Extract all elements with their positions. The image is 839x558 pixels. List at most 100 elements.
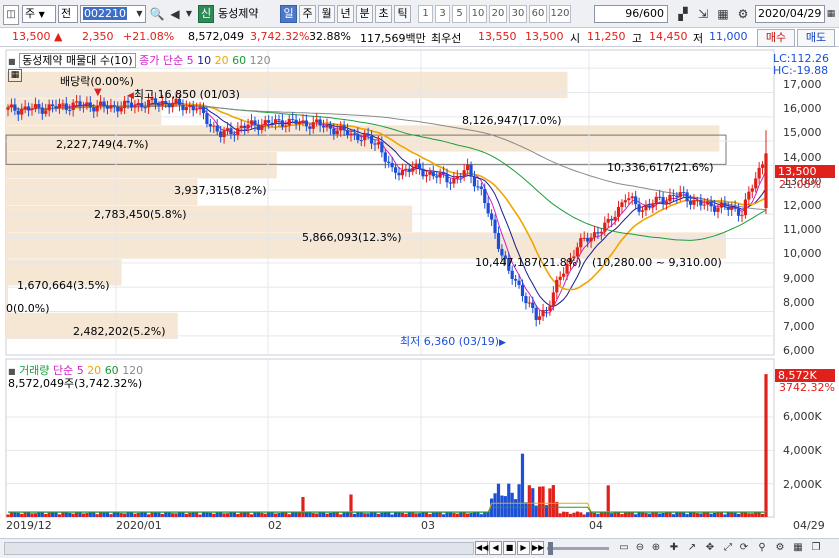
count-input[interactable]: 96/600 <box>594 5 668 23</box>
volume-bar <box>524 502 528 517</box>
chevron-down-icon[interactable]: ▼ <box>133 5 146 23</box>
ma-label[interactable]: 종가 단순 <box>139 54 183 67</box>
buy-button[interactable]: 매수 <box>757 29 795 47</box>
interval-button[interactable]: 5 <box>452 5 467 23</box>
candle-body <box>243 125 247 129</box>
volume-bar <box>750 513 754 517</box>
interval-button[interactable]: 10 <box>469 5 487 23</box>
price-panel-title[interactable]: 동성제약 매물대 수(10) <box>19 53 136 68</box>
scroll-first-button[interactable]: ◀◀ <box>475 541 488 555</box>
candle-body <box>520 285 525 297</box>
grid-toggle-icon[interactable]: ▦ <box>8 69 22 82</box>
market-select[interactable]: 주 ▼ <box>22 5 56 23</box>
scroll-next-button[interactable]: ▶ <box>517 541 530 555</box>
right-arrow-icon: ▶ <box>499 338 506 348</box>
settings-icon[interactable]: ⚙ <box>773 539 787 557</box>
candle-body <box>95 105 99 112</box>
chevron-down-icon: ▼ <box>38 10 45 19</box>
sell-button[interactable]: 매도 <box>797 29 835 47</box>
speaker-icon[interactable]: ◀ <box>167 5 183 23</box>
candle-body <box>658 196 662 198</box>
chart-menu-icon[interactable]: ◫ <box>3 5 19 25</box>
period-tab-2[interactable]: 월 <box>318 5 335 23</box>
interval-button[interactable]: 3 <box>435 5 450 23</box>
scroll-last-button[interactable]: ▶▶ <box>531 541 544 555</box>
volume-bar <box>61 512 65 517</box>
zoom-out-icon[interactable]: ⊖ <box>633 539 647 557</box>
rate-tag: 21.08% <box>779 178 821 191</box>
candle-body <box>20 109 24 115</box>
gear-icon[interactable]: ⚙ <box>734 5 752 23</box>
volume-profile-label: 10,447,187(21.8%) <box>475 256 582 269</box>
window-icon[interactable]: ❐ <box>809 539 823 557</box>
volume-value: 8,572,049주(3,742.32%) <box>8 377 143 390</box>
x-tick: 2020/01 <box>116 519 162 532</box>
layout-icon[interactable]: ▭ <box>617 539 631 557</box>
period-tab-1[interactable]: 주 <box>299 5 316 23</box>
interval-button[interactable]: 1 <box>418 5 433 23</box>
search-icon[interactable]: 🔍 <box>149 5 165 23</box>
grid-icon[interactable]: ▦ <box>791 539 805 557</box>
scroll-prev-button[interactable]: ◀ <box>489 541 502 555</box>
zoom-in-icon[interactable]: ⊕ <box>649 539 663 557</box>
chart-type-icon[interactable]: ▞ <box>674 5 692 23</box>
interval-button[interactable]: 20 <box>489 5 507 23</box>
period-tab-4[interactable]: 분 <box>356 5 373 23</box>
interval-button[interactable]: 60 <box>529 5 547 23</box>
candle-body <box>668 194 672 202</box>
fit-icon[interactable]: ⤢ <box>721 539 735 557</box>
search-icon[interactable]: ⚲ <box>755 539 769 557</box>
volume-bar <box>133 513 137 517</box>
ma120-label: 120 <box>249 54 271 67</box>
period-tab-6[interactable]: 틱 <box>394 5 411 23</box>
period-tab-3[interactable]: 년 <box>337 5 354 23</box>
arrow-icon[interactable]: ↗ <box>685 539 699 557</box>
volume-bar <box>469 513 473 517</box>
volume-bar <box>105 512 110 517</box>
scope-select[interactable]: 전 <box>58 5 78 23</box>
candle-body <box>215 125 219 132</box>
volume-bar <box>760 513 765 517</box>
crosshair-icon[interactable]: ✚ <box>667 539 681 557</box>
grid-icon[interactable]: ▦ <box>714 5 732 23</box>
scroll-track[interactable] <box>4 542 474 555</box>
candle-body <box>466 164 470 171</box>
interval-button[interactable]: 30 <box>509 5 527 23</box>
refresh-icon[interactable]: ⟳ <box>737 539 751 557</box>
candle-body <box>603 222 607 232</box>
candle-body <box>157 104 161 106</box>
period-tab-5[interactable]: 초 <box>375 5 392 23</box>
period-tab-0[interactable]: 일 <box>280 5 297 23</box>
zoom-slider[interactable] <box>547 547 609 550</box>
stop-button[interactable]: ■ <box>503 541 516 555</box>
volume-bar <box>668 512 672 517</box>
candle-body <box>140 102 144 108</box>
stock-chart[interactable] <box>0 48 839 538</box>
candle-body <box>548 306 552 311</box>
volume-bar <box>95 514 99 517</box>
candle-body <box>596 232 600 234</box>
candle-body <box>726 206 730 210</box>
interval-button[interactable]: 120 <box>549 5 571 23</box>
chart-scrollbar[interactable]: ◀◀ ◀ ■ ▶ ▶▶ ▭ ⊖ ⊕ ✚ ↗ ✥ ⤢ ⟳ ⚲ ⚙ ▦ ❐ <box>0 538 839 558</box>
volume-bar <box>380 512 384 517</box>
zoom-icon[interactable]: ⇲ <box>694 5 712 23</box>
candle-body <box>719 202 724 208</box>
move-icon[interactable]: ✥ <box>703 539 717 557</box>
drag-handle-icon[interactable]: ■ <box>8 57 16 66</box>
chevron-down-icon[interactable]: ▼ <box>184 5 194 23</box>
zoom-slider-thumb[interactable] <box>548 542 553 555</box>
volume-bar <box>291 512 295 517</box>
volume-bar <box>647 513 651 517</box>
main-toolbar: ◫ 주 ▼ 전 002210 ▼ 🔍 ◀ ▼ 신 동성제약 일주월년분초틱 13… <box>0 0 839 28</box>
volume-bar <box>68 512 72 517</box>
volume-bar <box>335 512 339 517</box>
ma20-label: 20 <box>214 54 229 67</box>
candle-body <box>637 204 641 212</box>
date-input[interactable]: 2020/04/29 <box>755 5 825 23</box>
stock-code-value: 002210 <box>83 7 127 20</box>
calendar-icon[interactable]: ▦ <box>824 5 838 23</box>
x-tick: 02 <box>268 519 282 532</box>
candle-body <box>50 104 55 107</box>
candle-body <box>671 194 675 196</box>
